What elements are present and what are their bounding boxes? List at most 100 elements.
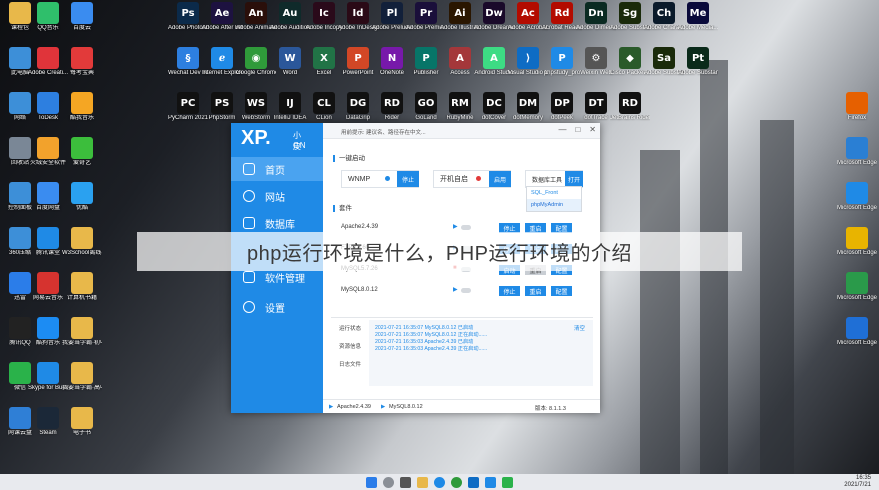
log-panel: 运行状态 资源信息 日志文件 2021-07-21 16:35:07 MySQL… (331, 317, 593, 387)
start-icon[interactable] (366, 476, 377, 488)
desktop-shortcut[interactable]: W3School离线手册(201... (62, 227, 102, 257)
desktop-shortcut[interactable]: 酷我音乐 (62, 92, 102, 122)
app-icon: P (347, 47, 369, 69)
desktop-shortcut[interactable]: PtAdobe Substan... (678, 47, 718, 77)
app-icon: CL (313, 92, 335, 114)
vscode-icon[interactable] (468, 476, 479, 488)
wnmp-stop-button[interactable]: 停止 (397, 171, 419, 187)
app-icon: ◆ (619, 47, 641, 69)
nav-settings[interactable]: 设置 (231, 295, 323, 319)
desktop-shortcut[interactable]: 每考宝典 (62, 47, 102, 77)
status-version: 版本: 8.1.1.3 (535, 406, 566, 412)
service-name: Apache2.4.39 (341, 224, 379, 230)
running-icon: ▶ (453, 224, 458, 230)
chrome-icon[interactable] (451, 476, 462, 488)
app-icon: PC (177, 92, 199, 114)
desktop-shortcut[interactable]: Microsoft Edge (837, 182, 877, 212)
app-icon: A (483, 47, 505, 69)
app-icon: N (381, 47, 403, 69)
desktop-shortcut[interactable]: Microsoft Edge Beta (837, 317, 877, 347)
service-action-button[interactable]: 配置 (551, 286, 572, 296)
app-icon: Sg (619, 2, 641, 24)
desktop-shortcut[interactable]: 计算机书籍 (62, 272, 102, 302)
minimize-icon[interactable]: — (558, 125, 566, 134)
edge-icon (846, 182, 868, 204)
edge-beta-icon (846, 317, 868, 339)
article-title-banner: php运行环境是什么，PHP运行环境的介绍 (137, 232, 742, 271)
app-icon: X (313, 47, 335, 69)
desktop-shortcut[interactable]: RDJetBrains Rider 2... (610, 92, 650, 122)
shortcut-label: Adobe Media... (678, 25, 718, 31)
app-icon: DG (347, 92, 369, 114)
firefox-icon (846, 92, 868, 114)
taskbar-clock[interactable]: 16:35 2021/7/21 (844, 475, 871, 489)
skype-icon (37, 362, 59, 384)
phpstudy-icon[interactable] (485, 476, 496, 488)
service-action-button[interactable]: 重启 (525, 286, 546, 296)
shortcut-label: Microsoft Edge Dev (837, 295, 877, 301)
logo-cn: CN (293, 141, 307, 150)
app-icon: Rd (551, 2, 573, 24)
app-icon: Pt (687, 47, 709, 69)
wnmp-status-dot (385, 176, 390, 181)
app-icon: § (177, 47, 199, 69)
file-explorer-icon[interactable] (417, 476, 428, 488)
edge-canary-icon (846, 227, 868, 249)
kuwo-icon (71, 92, 93, 114)
shortcut-label: Microsoft Edge Beta (837, 340, 877, 346)
shortcut-label: 百度云 (72, 25, 91, 31)
shortcut-label: Adobe Substan... (678, 70, 718, 76)
db-tool-open-button[interactable]: 打开 (565, 171, 583, 187)
desktop-shortcut[interactable]: 电子书 (62, 407, 102, 437)
log-line: 2021-07-21 16:35:03 Apache2.4.39 正在启动...… (375, 346, 488, 352)
app-logo: XP. 小皮 CN (241, 127, 306, 151)
desktop-shortcut[interactable]: 爱奇艺 (62, 137, 102, 167)
app-icon: RD (381, 92, 403, 114)
app-icon: ◉ (245, 47, 267, 69)
home-icon (243, 163, 255, 175)
desktop-shortcut[interactable]: 百度云 (62, 2, 102, 32)
desktop-shortcut[interactable]: Microsoft Edge Dev (837, 272, 877, 302)
desktop-shortcut[interactable]: 优酷 (62, 182, 102, 212)
boot-status-dot (476, 176, 481, 181)
service-action-button[interactable]: 停止 (499, 286, 520, 296)
shortcut-label: 爱奇艺 (72, 160, 91, 166)
nav-website[interactable]: 网站 (231, 184, 323, 208)
boot-enable-button[interactable]: 启用 (489, 171, 511, 187)
desktop-shortcut[interactable]: 我要当学霸·初中学习资料 (62, 317, 102, 347)
app-icon: DP (551, 92, 573, 114)
app-icon: Ac (517, 2, 539, 24)
wechat-icon[interactable] (502, 476, 513, 488)
edge-icon[interactable] (434, 476, 445, 488)
nav-label: 首页 (265, 165, 285, 177)
app-icon: Id (347, 2, 369, 24)
close-icon[interactable]: ✕ (589, 125, 596, 134)
log-line: 2021-07-21 16:35:03 Apache2.4.39 已启动 (375, 339, 474, 345)
tab-run-status[interactable]: 运行状态 (339, 324, 361, 332)
desktop-shortcut[interactable]: 我要当学霸·高中学习资料 (62, 362, 102, 392)
app-icon: PS (211, 92, 233, 114)
desktop-shortcut[interactable]: Microsoft Edge Develop... (837, 137, 877, 167)
log-clear-link[interactable]: 清空 (574, 324, 585, 332)
tab-log-files[interactable]: 日志文件 (339, 360, 361, 368)
app-icon: Ic (313, 2, 335, 24)
search-icon[interactable] (383, 476, 394, 488)
task-view-icon[interactable] (400, 476, 411, 488)
adobe-cc-icon (37, 47, 59, 69)
play-icon: ▶ (381, 404, 386, 410)
desktop-shortcut[interactable]: Firefox (837, 92, 877, 122)
tab-resource-info[interactable]: 资源信息 (339, 342, 361, 350)
dropdown-option-sqlfront[interactable]: SQL_Front (527, 187, 581, 199)
desktop-shortcut[interactable]: Microsoft Edge Can... (837, 227, 877, 257)
window-controls: — □ ✕ (558, 125, 596, 134)
wallpaper-tower (760, 120, 794, 474)
service-toggle[interactable] (461, 225, 471, 230)
service-toggle[interactable] (461, 288, 471, 293)
shortcut-label: 我要当学霸·高中学习资料 (62, 385, 102, 391)
maximize-icon[interactable]: □ (575, 125, 580, 134)
dropdown-option-phpmyadmin[interactable]: phpMyAdmin (527, 199, 581, 211)
quick-start-title: 一键启动 (333, 155, 365, 162)
desktop-shortcut[interactable]: Me Adobe Media... (678, 2, 718, 32)
nav-home[interactable]: 首页 (231, 157, 323, 181)
shortcut-label: Microsoft Edge Can... (837, 250, 877, 256)
